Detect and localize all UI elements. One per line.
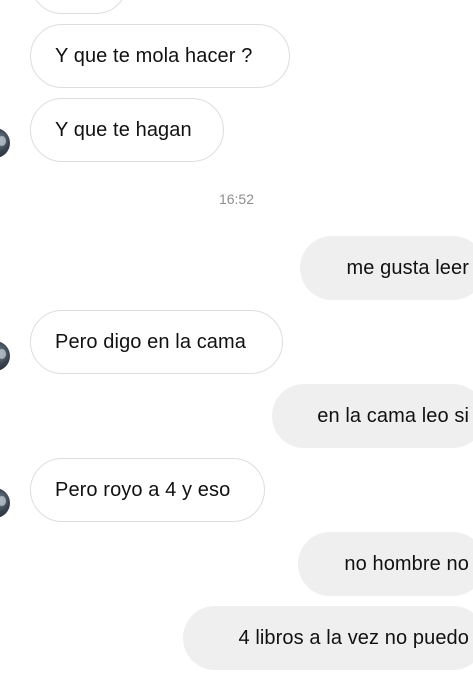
contact-avatar[interactable] [0, 341, 10, 371]
message-timestamp: 16:52 [218, 191, 255, 207]
message-bubble-incoming[interactable]: Y que te hagan [30, 98, 224, 162]
contact-avatar[interactable] [0, 128, 10, 158]
message-text: 4 libros a la vez no puedo [238, 626, 469, 649]
message-bubble-incoming[interactable]: Y que te mola hacer ? [30, 24, 290, 88]
message-text: Y que te mola hacer ? [55, 44, 253, 67]
message-text: Pero digo en la cama [55, 330, 247, 353]
avatar-image [0, 349, 6, 359]
message-text: Y que te hagan [55, 118, 192, 141]
message-text: me gusta leer [346, 256, 469, 279]
contact-avatar[interactable] [0, 488, 10, 518]
chat-screen: Y que te mola hacer ? Y que te hagan 16:… [0, 0, 473, 680]
message-bubble-incoming[interactable]: Pero royo a 4 y eso [30, 458, 265, 522]
message-bubble-outgoing[interactable]: no hombre no [298, 532, 473, 596]
message-text: no hombre no [344, 552, 469, 575]
message-bubble-incoming[interactable] [30, 0, 128, 14]
message-bubble-incoming[interactable]: Pero digo en la cama [30, 310, 283, 374]
message-text: en la cama leo si [317, 404, 469, 427]
avatar-image [0, 496, 6, 506]
message-bubble-outgoing[interactable]: me gusta leer [300, 236, 473, 300]
message-text: Pero royo a 4 y eso [55, 478, 231, 501]
message-bubble-outgoing[interactable]: en la cama leo si [272, 384, 473, 448]
avatar-image [0, 136, 6, 146]
message-bubble-outgoing[interactable]: 4 libros a la vez no puedo [183, 606, 473, 670]
